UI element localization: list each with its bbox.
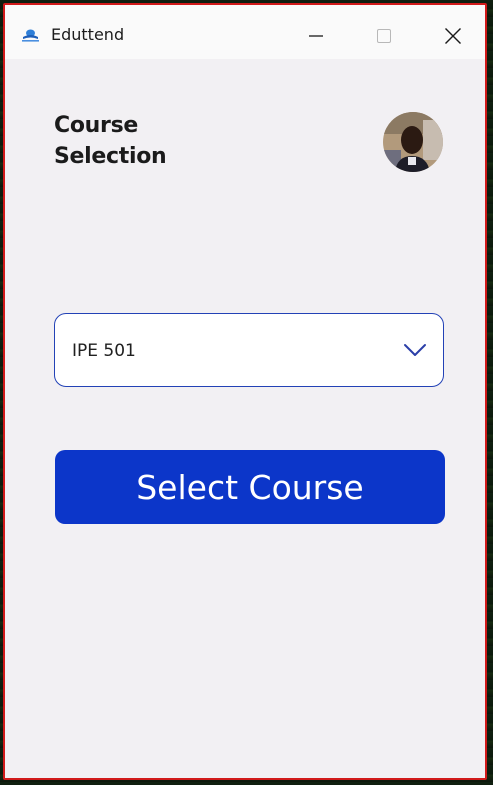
title-bar[interactable]: Eduttend (5, 5, 485, 59)
maximize-button[interactable] (361, 15, 407, 57)
window-title: Eduttend (51, 25, 125, 44)
chevron-down-icon (404, 344, 426, 356)
course-dropdown[interactable]: IPE 501 (54, 313, 444, 387)
app-window: Eduttend Course Selection IPE 501 Select… (3, 3, 487, 780)
eduttend-logo-icon (22, 29, 39, 42)
minimize-icon (309, 35, 323, 37)
close-icon (445, 28, 461, 44)
avatar-photo (383, 112, 443, 172)
minimize-button[interactable] (293, 15, 339, 57)
user-avatar[interactable] (383, 112, 443, 172)
maximize-icon (377, 29, 391, 43)
course-dropdown-value: IPE 501 (72, 341, 136, 361)
close-button[interactable] (430, 15, 476, 57)
page-title: Course Selection (54, 113, 167, 169)
select-course-button[interactable]: Select Course (55, 450, 445, 524)
